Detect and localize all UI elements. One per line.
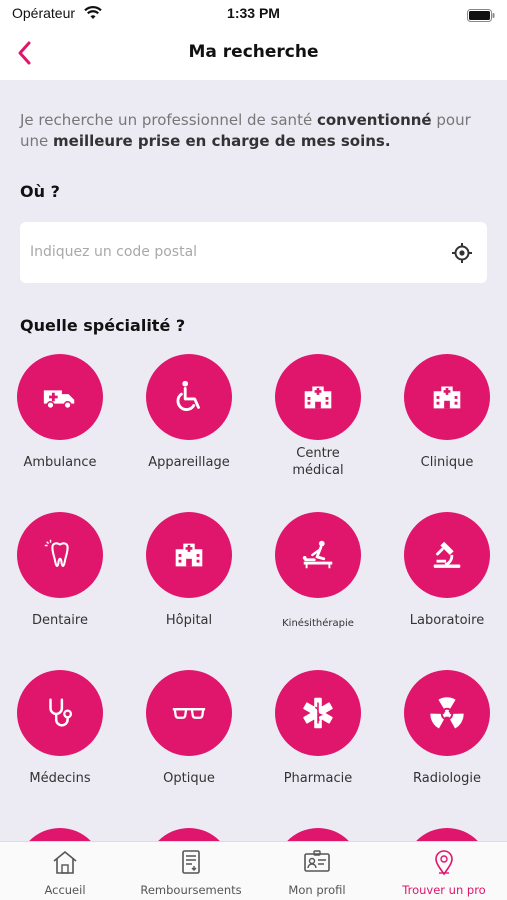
specialty-radiologie[interactable]: Radiologie (387, 670, 507, 787)
intro-text-part: Je recherche un professionnel de santé (20, 111, 317, 129)
specialty-label: Pharmacie (283, 771, 353, 786)
location-pin-icon (430, 848, 458, 876)
specialty-pharmacie[interactable]: Pharmacie (258, 670, 378, 787)
postal-code-field[interactable] (20, 222, 487, 283)
specialty-label: Médecins (29, 771, 91, 786)
page-title: Ma recherche (188, 42, 319, 62)
tab-label: Accueil (44, 883, 86, 897)
specialty-laboratoire[interactable]: Laboratoire (387, 512, 507, 629)
tab-remboursements[interactable]: Remboursements (128, 842, 254, 900)
tab-mon-profil[interactable]: Mon profil (254, 842, 380, 900)
document-icon (177, 848, 205, 876)
search-content: Je recherche un professionnel de santé c… (0, 80, 507, 841)
specialty-icon (17, 828, 103, 841)
nav-bar: Ma recherche (0, 28, 507, 80)
tab-accueil[interactable]: Accueil (2, 842, 128, 900)
specialty-appareillage[interactable]: Appareillage (129, 354, 249, 471)
specialty-kinesitherapie[interactable]: Kinésithérapie (258, 512, 378, 632)
intro-text-emphasis: meilleure prise en charge de mes soins. (53, 132, 391, 150)
specialty-label: Ambulance (23, 455, 97, 470)
specialty-icon (275, 828, 361, 841)
clock: 1:33 PM (227, 5, 280, 21)
specialty-label: Centre médical (292, 446, 344, 478)
wheelchair-icon (146, 354, 232, 440)
specialty-label: Hôpital (165, 613, 213, 628)
specialty-dentaire[interactable]: Dentaire (0, 512, 120, 629)
specialty-medecins[interactable]: Médecins (0, 670, 120, 787)
specialty-tile-partial[interactable] (387, 828, 507, 841)
profile-card-icon (303, 848, 331, 876)
glasses-icon (146, 670, 232, 756)
postal-code-input[interactable] (30, 237, 430, 267)
ambulance-icon (17, 354, 103, 440)
specialty-label: Optique (163, 771, 215, 786)
physiotherapy-icon (275, 512, 361, 598)
status-bar: Opérateur 1:33 PM (0, 0, 507, 28)
intro-text: Je recherche un professionnel de santé c… (20, 110, 490, 152)
hospital-icon (146, 512, 232, 598)
specialty-label: Radiologie (413, 771, 481, 786)
tab-label: Remboursements (140, 883, 242, 897)
medical-center-icon (275, 354, 361, 440)
specialty-question: Quelle spécialité ? (20, 316, 186, 335)
tab-label: Mon profil (288, 883, 346, 897)
specialty-ambulance[interactable]: Ambulance (0, 354, 120, 471)
specialty-label: Laboratoire (409, 613, 485, 628)
locate-me-icon[interactable] (451, 242, 473, 264)
specialty-label: Clinique (420, 455, 474, 470)
microscope-icon (404, 512, 490, 598)
tab-label: Trouver un pro (402, 883, 486, 897)
tab-bar: Accueil Remboursements Mon profil Trouve… (0, 841, 507, 900)
home-icon (51, 848, 79, 876)
specialty-label: Appareillage (148, 455, 230, 470)
specialty-tile-partial[interactable] (129, 828, 249, 841)
stethoscope-icon (17, 670, 103, 756)
specialty-label: Dentaire (32, 613, 88, 628)
clinic-icon (404, 354, 490, 440)
battery-icon (467, 7, 495, 26)
specialty-hopital[interactable]: Hôpital (129, 512, 249, 629)
location-question: Où ? (20, 182, 60, 201)
tooth-icon (17, 512, 103, 598)
specialty-icon (404, 828, 490, 841)
specialty-icon (146, 828, 232, 841)
specialty-centre-medical[interactable]: Centre médical (258, 354, 378, 479)
radiation-icon (404, 670, 490, 756)
specialty-optique[interactable]: Optique (129, 670, 249, 787)
specialty-clinique[interactable]: Clinique (387, 354, 507, 471)
specialty-tile-partial[interactable] (258, 828, 378, 841)
specialty-tile-partial[interactable] (0, 828, 120, 841)
intro-text-emphasis: conventionné (316, 111, 432, 129)
tab-trouver-un-pro[interactable]: Trouver un pro (381, 842, 507, 900)
specialty-label: Kinésithérapie (282, 618, 354, 629)
star-of-life-icon (275, 670, 361, 756)
